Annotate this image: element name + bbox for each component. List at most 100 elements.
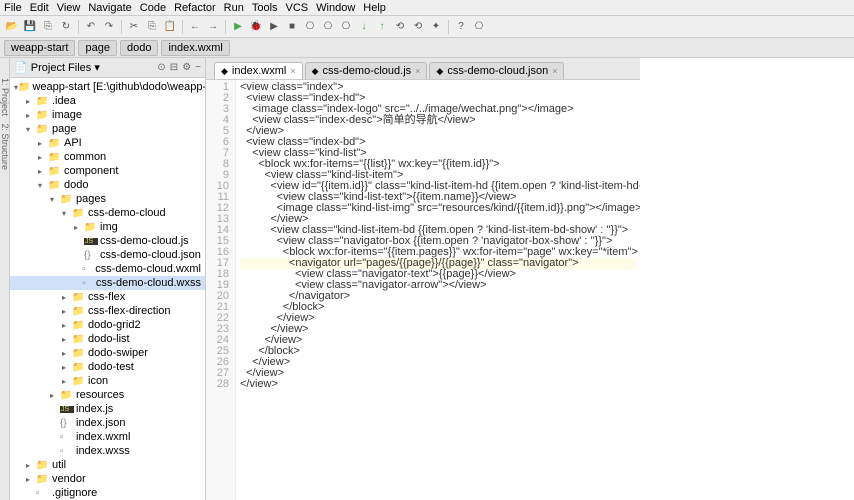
menu-help[interactable]: Help <box>363 2 386 14</box>
menu-navigate[interactable]: Navigate <box>88 2 131 14</box>
line-gutter: 1234567891011121314151617181920212223242… <box>206 80 236 500</box>
editor-tab[interactable]: ◆css-demo-cloud.js× <box>305 62 428 79</box>
tree-item[interactable]: {}index.json <box>10 416 205 430</box>
forward-icon[interactable]: → <box>205 19 221 35</box>
vcs-icon[interactable]: ↑ <box>374 19 390 35</box>
cut-icon[interactable]: ✂ <box>126 19 142 35</box>
editor-tab[interactable]: ◆css-demo-cloud.json× <box>429 62 564 79</box>
tbtn-icon[interactable]: ✦ <box>428 19 444 35</box>
tree-item[interactable]: ▸📁img <box>10 220 205 234</box>
code-line[interactable]: </view> <box>240 379 636 390</box>
breadcrumb-item[interactable]: weapp-start <box>4 40 75 56</box>
coverage-icon[interactable]: ▶ <box>266 19 282 35</box>
run-icon[interactable]: ▶ <box>230 19 246 35</box>
code-line[interactable]: </view> <box>240 368 636 379</box>
close-icon[interactable]: × <box>290 66 295 76</box>
tree-item[interactable]: ▫css-demo-cloud.wxml <box>10 262 205 276</box>
refresh-icon[interactable]: ↻ <box>58 19 74 35</box>
breadcrumb-item[interactable]: index.wxml <box>161 40 229 56</box>
code-editor[interactable]: <view class="index"> <view class="index-… <box>236 80 640 500</box>
breadcrumb-item[interactable]: page <box>78 40 116 56</box>
tree-item[interactable]: ▸📁css-flex <box>10 290 205 304</box>
tree-item[interactable]: ▫index.wxml <box>10 430 205 444</box>
empty-area <box>640 58 854 500</box>
menu-code[interactable]: Code <box>140 2 166 14</box>
tree-item[interactable]: ▾📁page <box>10 122 205 136</box>
tree-item[interactable]: JSindex.js <box>10 402 205 416</box>
tree-item[interactable]: ▸📁dodo-grid2 <box>10 318 205 332</box>
debug-icon[interactable]: 🐞 <box>248 19 264 35</box>
menu-vcs[interactable]: VCS <box>286 2 309 14</box>
tbtn-icon[interactable]: ⎔ <box>302 19 318 35</box>
autoscroll-icon[interactable]: ⊙ <box>157 62 165 73</box>
editor-tab[interactable]: ◆index.wxml× <box>214 62 303 79</box>
tree-item[interactable]: ▸📁resources <box>10 388 205 402</box>
tree-item-label: pages <box>76 193 106 205</box>
tree-item[interactable]: ▸📁util <box>10 458 205 472</box>
folder-icon: 📁 <box>60 194 74 205</box>
tree-item[interactable]: ▸📁css-flex-direction <box>10 304 205 318</box>
menu-tools[interactable]: Tools <box>252 2 278 14</box>
tree-item[interactable]: ▸📁component <box>10 164 205 178</box>
paste-icon[interactable]: 📋 <box>162 19 178 35</box>
tree-item[interactable]: ▸📁dodo-swiper <box>10 346 205 360</box>
vcs-icon[interactable]: ↓ <box>356 19 372 35</box>
history-icon[interactable]: ⟲ <box>392 19 408 35</box>
tree-item[interactable]: ▸📁image <box>10 108 205 122</box>
open-icon[interactable]: 📂 <box>4 19 20 35</box>
stop-icon[interactable]: ■ <box>284 19 300 35</box>
breadcrumb-item[interactable]: dodo <box>120 40 158 56</box>
left-gutter[interactable]: 1: Project 2: Structure <box>0 58 10 500</box>
tree-item-label: page <box>52 123 76 135</box>
tree-item[interactable]: ▸📁icon <box>10 374 205 388</box>
tree-item[interactable]: {}css-demo-cloud.json <box>10 248 205 262</box>
tree-item-label: dodo-test <box>88 361 134 373</box>
collapse-icon[interactable]: ⊟ <box>170 62 178 73</box>
tbtn-icon[interactable]: ⎔ <box>471 19 487 35</box>
tree-item[interactable]: ▸📁vendor <box>10 472 205 486</box>
menu-run[interactable]: Run <box>224 2 244 14</box>
tree-item[interactable]: ▸📁common <box>10 150 205 164</box>
menu-window[interactable]: Window <box>316 2 355 14</box>
project-tree[interactable]: ▾📁weapp-start [E:\github\dodo\weapp-star… <box>10 78 205 500</box>
arrow-icon: ▸ <box>62 349 72 358</box>
folder-icon: 📁 <box>72 376 86 387</box>
tree-item[interactable]: ▸📁.idea <box>10 94 205 108</box>
tree-item[interactable]: ▫index.wxss <box>10 444 205 458</box>
code-line[interactable]: </view> <box>240 357 636 368</box>
gear-icon[interactable]: ⚙ <box>182 62 191 73</box>
tree-item[interactable]: ▫.gitignore <box>10 486 205 500</box>
copy-icon[interactable]: ⎘ <box>144 19 160 35</box>
close-icon[interactable]: × <box>415 66 420 76</box>
tree-item[interactable]: ▸📁API <box>10 136 205 150</box>
arrow-icon: ▾ <box>26 125 36 134</box>
tree-item[interactable]: ▾📁weapp-start [E:\github\dodo\weapp-star… <box>10 80 205 94</box>
tree-item[interactable]: ▾📁pages <box>10 192 205 206</box>
redo-icon[interactable]: ↷ <box>101 19 117 35</box>
code-line[interactable]: </block> <box>240 346 636 357</box>
menu-edit[interactable]: Edit <box>30 2 49 14</box>
back-icon[interactable]: ← <box>187 19 203 35</box>
tbtn-icon[interactable]: ⎔ <box>320 19 336 35</box>
tree-item[interactable]: ▸📁dodo-test <box>10 360 205 374</box>
tree-item[interactable]: ▾📁dodo <box>10 178 205 192</box>
code-line[interactable]: <view class="index-desc">简单的导航</view> <box>240 115 636 126</box>
tree-item[interactable]: ▫css-demo-cloud.wxss <box>10 276 205 290</box>
saveall-icon[interactable]: ⎘ <box>40 19 56 35</box>
revert-icon[interactable]: ⟲ <box>410 19 426 35</box>
minimize-icon[interactable]: − <box>195 62 201 73</box>
undo-icon[interactable]: ↶ <box>83 19 99 35</box>
editor-area: ◆index.wxml×◆css-demo-cloud.js×◆css-demo… <box>206 58 640 500</box>
save-icon[interactable]: 💾 <box>22 19 38 35</box>
help-icon[interactable]: ? <box>453 19 469 35</box>
tree-item[interactable]: ▸📁dodo-list <box>10 332 205 346</box>
menu-refactor[interactable]: Refactor <box>174 2 216 14</box>
close-icon[interactable]: × <box>552 66 557 76</box>
tree-item[interactable]: JScss-demo-cloud.js <box>10 234 205 248</box>
menu-file[interactable]: File <box>4 2 22 14</box>
separator <box>121 20 122 34</box>
arrow-icon: ▸ <box>26 475 36 484</box>
tbtn-icon[interactable]: ⎔ <box>338 19 354 35</box>
tree-item[interactable]: ▾📁css-demo-cloud <box>10 206 205 220</box>
menu-view[interactable]: View <box>57 2 81 14</box>
